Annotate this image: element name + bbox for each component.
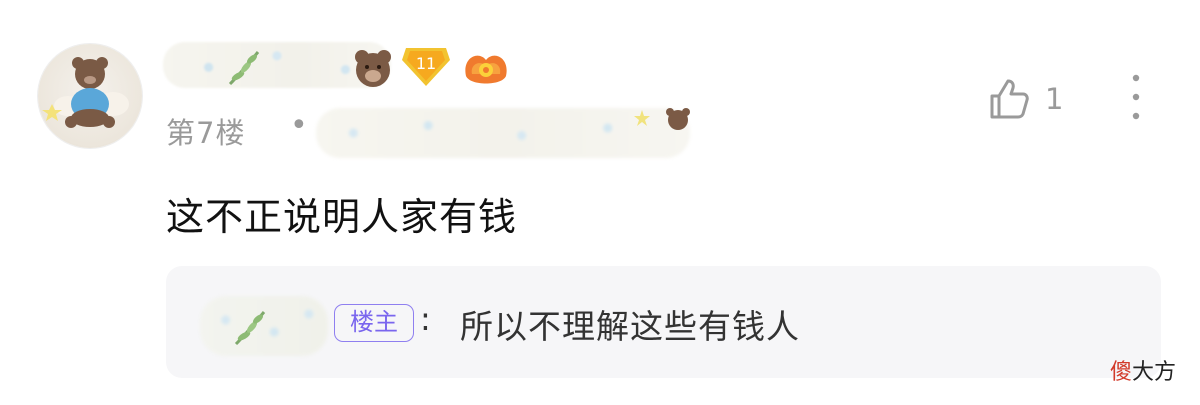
watermark-rest: 大方 (1132, 360, 1177, 385)
watermark: 傻大方 (1110, 354, 1176, 386)
floor-label: 第7楼 (166, 116, 246, 150)
level-badge-number: 11 (416, 54, 436, 73)
quote-colon: : (420, 300, 431, 338)
leaf-decoration-icon (234, 311, 266, 346)
leaf-decoration-icon (228, 51, 260, 86)
comment-text: 这不正说明人家有钱 (166, 195, 518, 239)
star-bear-decoration-icon (634, 108, 690, 130)
more-vertical-icon[interactable] (1124, 72, 1148, 122)
fan-badge-icon (465, 55, 507, 84)
like-count: 1 (1045, 82, 1064, 116)
op-badge: 楼主 (334, 304, 414, 342)
bear-badge-icon (355, 50, 391, 87)
user-avatar[interactable] (38, 44, 142, 148)
separator-dot: • (290, 108, 308, 143)
quoted-text: 所以不理解这些有钱人 (460, 307, 800, 346)
thumbs-up-icon[interactable] (986, 76, 1032, 122)
level-badge-icon: 11 (402, 48, 450, 86)
watermark-first-char: 傻 (1110, 360, 1133, 385)
